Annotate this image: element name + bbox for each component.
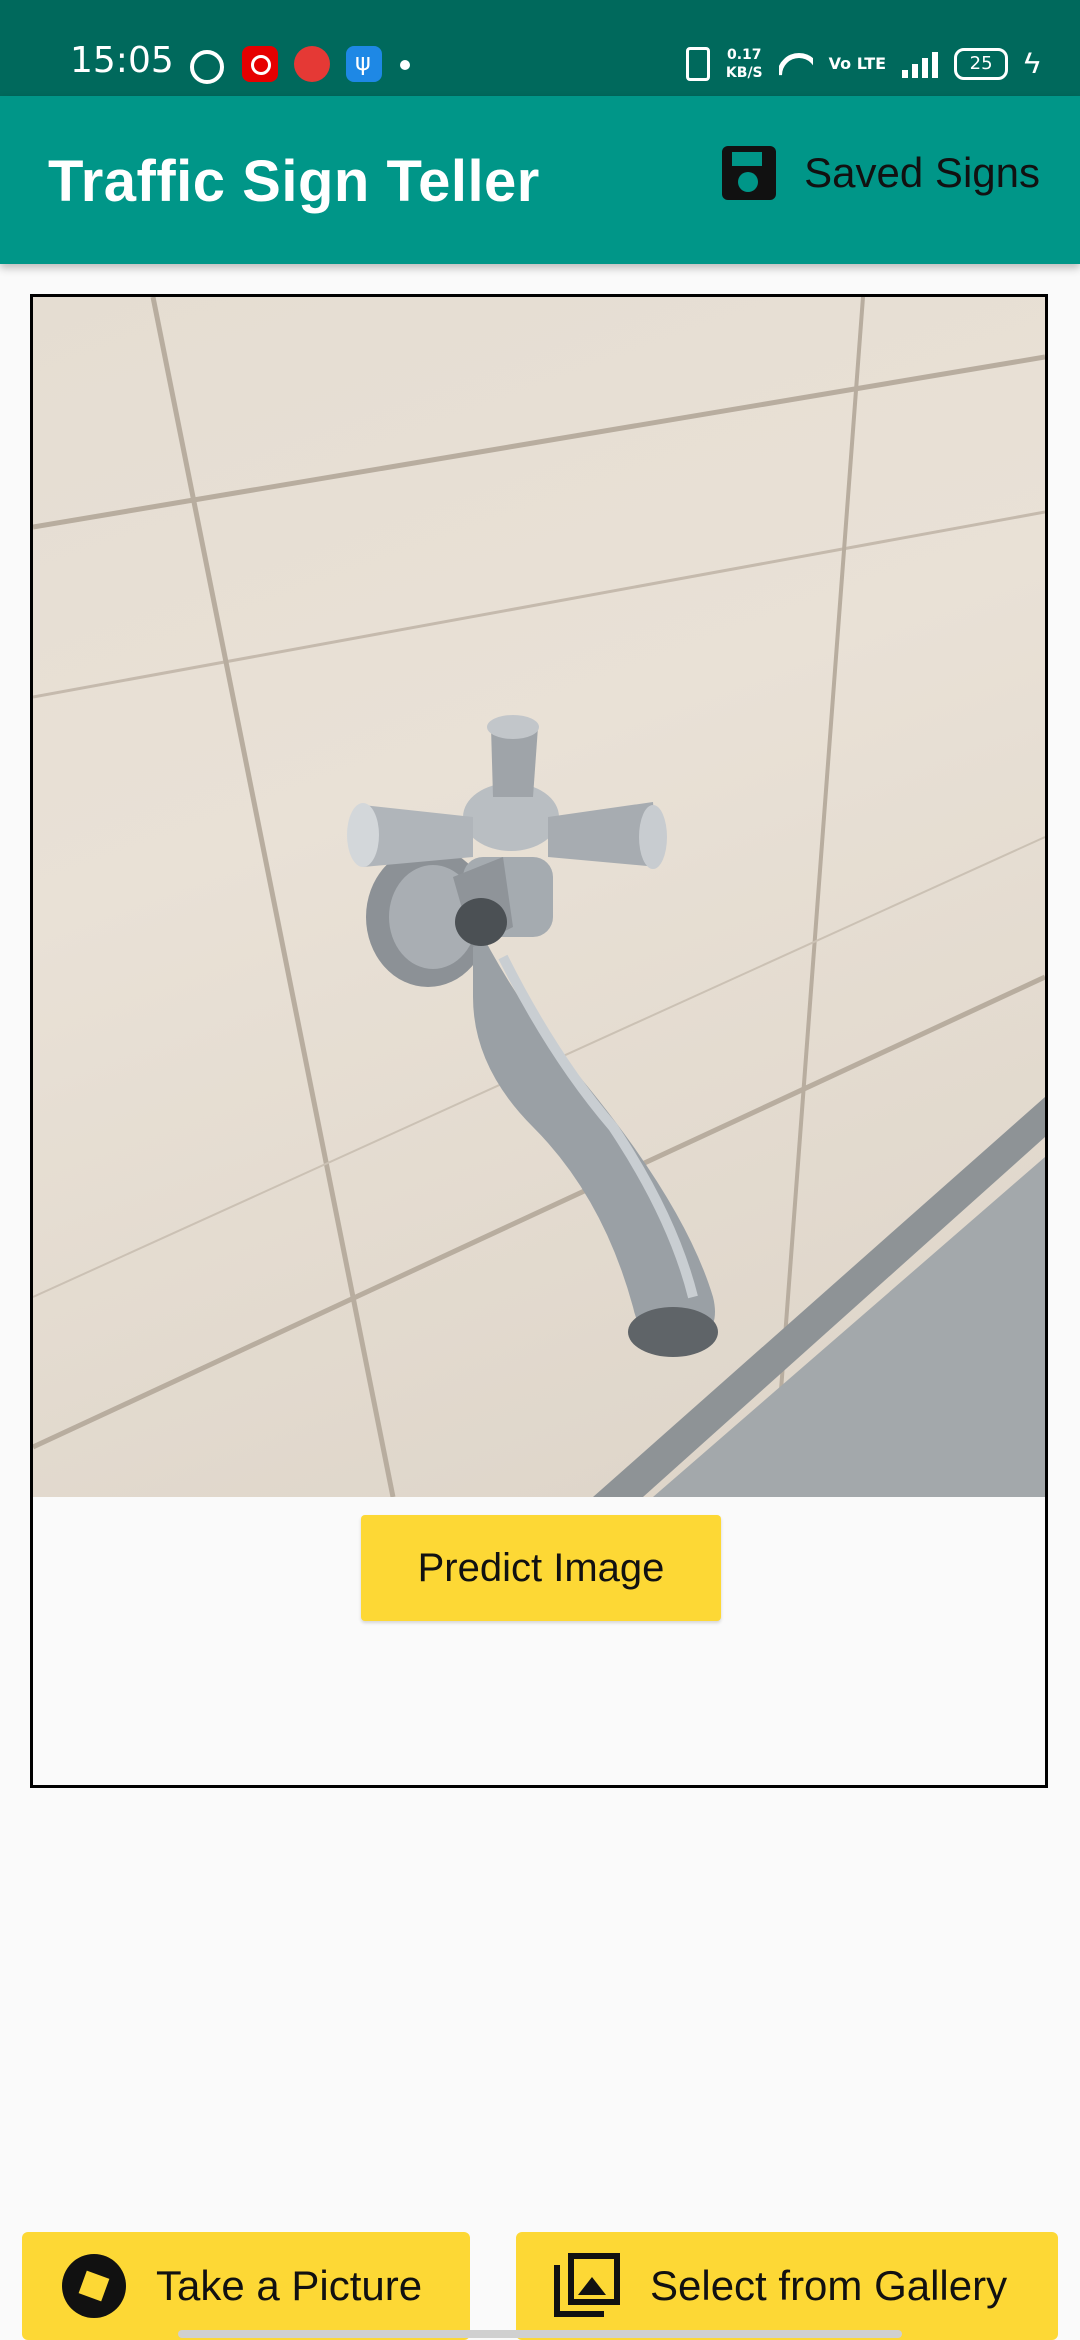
camera-shutter-icon (62, 2254, 126, 2318)
saved-signs-button[interactable]: Saved Signs (722, 146, 1040, 200)
status-bar: 15:05 0.17 KB/S Vo LTE 25 ϟ (0, 0, 1080, 96)
home-indicator[interactable] (178, 2330, 902, 2338)
speed-unit: KB/S (725, 65, 763, 81)
network-speed: 0.17 KB/S (726, 46, 763, 82)
select-from-gallery-button[interactable]: Select from Gallery (516, 2232, 1058, 2340)
predict-image-button[interactable]: Predict Image (361, 1515, 721, 1621)
app-bar: Traffic Sign Teller Saved Signs (0, 96, 1080, 264)
speed-value: 0.17 (727, 47, 762, 63)
charging-icon: ϟ (1024, 47, 1040, 80)
whatsapp-icon (190, 50, 224, 84)
usb-icon (346, 46, 382, 82)
gallery-label: Select from Gallery (650, 2262, 1008, 2309)
app-title: Traffic Sign Teller (48, 149, 540, 214)
faucet-photo (33, 297, 1045, 1497)
saved-signs-label: Saved Signs (804, 149, 1040, 196)
volte-icon: Vo LTE (828, 54, 887, 73)
photo-library-icon (554, 2253, 620, 2319)
save-icon (722, 146, 777, 200)
vibrate-icon (685, 47, 710, 81)
image-card: Predict Image (30, 294, 1048, 1788)
status-right: 0.17 KB/S Vo LTE 25 ϟ (685, 44, 1040, 84)
selected-image (33, 297, 1045, 1497)
more-notifications-dot (400, 60, 410, 70)
status-time: 15:05 (70, 40, 174, 81)
wifi-icon (779, 51, 813, 77)
signal-icon (902, 50, 939, 78)
take-picture-button[interactable]: Take a Picture (22, 2232, 470, 2340)
app-notification-icon (294, 46, 330, 82)
battery-icon: 25 (954, 48, 1009, 80)
take-picture-label: Take a Picture (156, 2262, 423, 2309)
vodafone-icon (242, 46, 278, 82)
